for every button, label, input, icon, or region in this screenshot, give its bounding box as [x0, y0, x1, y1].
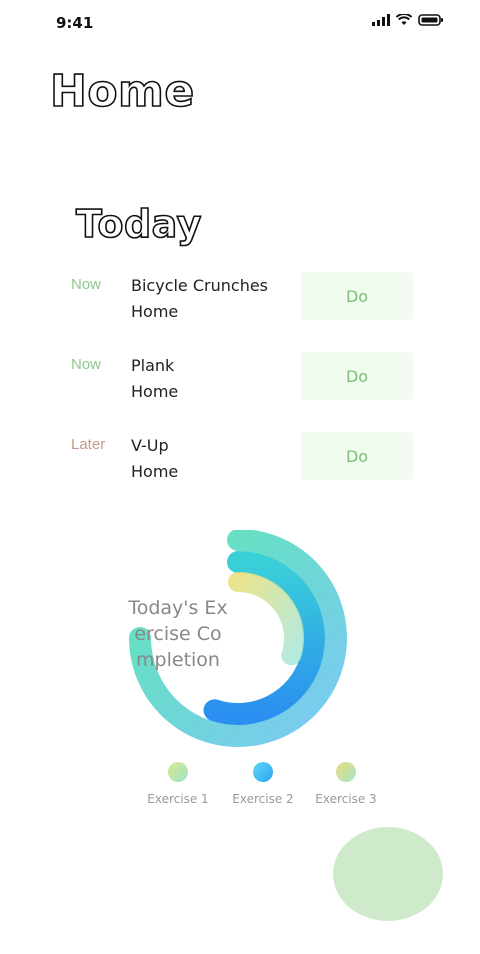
exercise-when: Now	[71, 276, 102, 293]
exercise-row: Now Bicycle Crunches Home Do	[0, 268, 480, 324]
status-time: 9:41	[56, 14, 94, 32]
legend-item: Exercise 1	[138, 760, 218, 806]
chart-title: Today's Exercise Completion	[128, 597, 228, 671]
legend-item: Exercise 2	[223, 760, 303, 806]
legend-label: Exercise 3	[315, 792, 377, 806]
wifi-icon	[396, 14, 412, 25]
legend-label: Exercise 2	[232, 792, 294, 806]
exercise-location: Home	[131, 302, 179, 321]
section-title: Today	[75, 201, 202, 247]
legend-swatch	[168, 762, 188, 782]
battery-icon	[418, 14, 443, 26]
exercise-location: Home	[131, 462, 179, 481]
exercise-location: Home	[131, 382, 179, 401]
page-title: Home	[49, 65, 195, 118]
status-icons	[372, 14, 444, 26]
do-button[interactable]: Do	[301, 352, 413, 400]
do-button[interactable]: Do	[301, 272, 413, 320]
exercise-name: Plank	[131, 356, 175, 375]
exercise-when: Later	[71, 436, 106, 453]
exercise-row: Now Plank Home Do	[0, 348, 480, 404]
exercise-name: Bicycle Crunches	[131, 276, 269, 295]
legend-item: Exercise 3	[310, 760, 382, 806]
do-button[interactable]: Do	[301, 432, 413, 480]
signal-icon	[372, 14, 390, 26]
exercise-row: Later V-Up Home Do	[0, 428, 480, 484]
legend-swatch	[253, 762, 273, 782]
completion-arc-3	[228, 572, 304, 666]
legend-swatch	[336, 762, 356, 782]
floating-action-button[interactable]	[333, 827, 443, 921]
exercise-when: Now	[71, 356, 102, 373]
legend-label: Exercise 1	[147, 792, 209, 806]
exercise-name: V-Up	[131, 436, 169, 455]
status-bar: 9:41	[0, 0, 480, 44]
